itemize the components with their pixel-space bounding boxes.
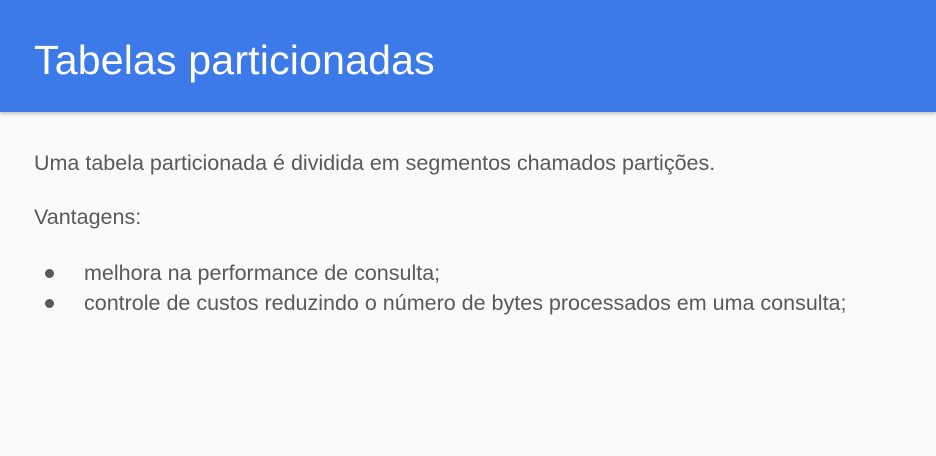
list-item-text: melhora na performance de consulta; bbox=[84, 261, 441, 285]
list-item: controle de custos reduzindo o número de… bbox=[34, 288, 894, 318]
slide-title: Tabelas particionadas bbox=[34, 37, 435, 83]
bullet-icon bbox=[45, 299, 54, 308]
advantages-heading: Vantagens: bbox=[34, 205, 142, 229]
list-item-text: controle de custos reduzindo o número de… bbox=[84, 291, 847, 315]
title-bar: Tabelas particionadas bbox=[0, 0, 936, 112]
intro-paragraph: Uma tabela particionada é dividida em se… bbox=[34, 151, 716, 175]
bullet-icon bbox=[45, 269, 54, 278]
slide: Tabelas particionadas Uma tabela partici… bbox=[0, 0, 936, 456]
advantages-list: melhora na performance de consulta; cont… bbox=[34, 258, 894, 318]
list-item: melhora na performance de consulta; bbox=[34, 258, 894, 288]
